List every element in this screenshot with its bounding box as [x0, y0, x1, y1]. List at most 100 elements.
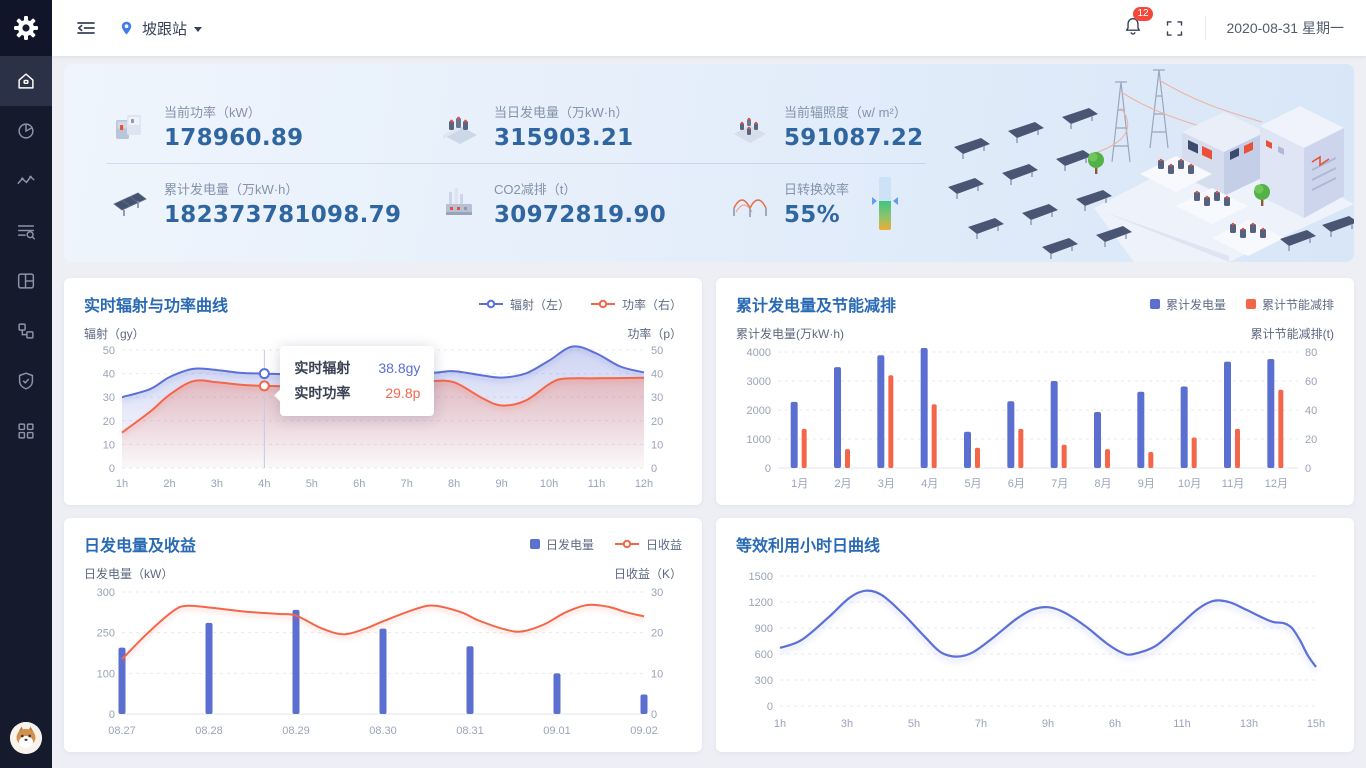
gauge-fill	[879, 201, 891, 231]
sidebar-item-apps[interactable]	[0, 406, 52, 456]
menu-fold-icon	[74, 16, 98, 40]
card-utilization: 等效利用小时日曲线 0300600900120015001h3h5h7h9h6h…	[716, 518, 1354, 752]
svg-text:13h: 13h	[1240, 718, 1258, 730]
svg-text:30: 30	[651, 392, 663, 404]
kpi-irradiance: 当前辐照度（w/ m²） 591087.22	[730, 88, 980, 165]
radiation-power-chart[interactable]: 00101020203030404050501h2h3h4h5h6h7h8h9h…	[84, 344, 682, 494]
topology-icon	[15, 320, 37, 342]
kpi-label: 累计发电量（万kW·h）	[164, 179, 401, 198]
svg-text:0: 0	[109, 463, 115, 475]
sidebar-item-topology[interactable]	[0, 306, 52, 356]
utilization-chart[interactable]: 0300600900120015001h3h5h7h9h6h11h13h15h	[736, 566, 1334, 734]
cumulative-chart[interactable]: 001000202000403000604000801月2月3月4月5月6月7月…	[736, 344, 1334, 494]
svg-text:0: 0	[765, 463, 771, 475]
kpi-co2-reduction: CO2减排（t） 30972819.90	[440, 165, 730, 242]
kpi-label: 当前功率（kW）	[164, 102, 303, 121]
svg-text:80: 80	[1305, 347, 1317, 359]
kpi-value: 30972819.90	[494, 202, 666, 228]
svg-text:4h: 4h	[258, 478, 270, 490]
legend-square-icon	[1150, 299, 1160, 309]
top-header: 坡跟站 12 2020-08-31 星期一	[52, 0, 1366, 56]
left-axis-name: 累计发电量(万kW·h)	[736, 325, 844, 342]
sidebar-item-reports[interactable]	[0, 206, 52, 256]
svg-text:6h: 6h	[353, 478, 365, 490]
fullscreen-button[interactable]	[1164, 18, 1185, 39]
notifications-button[interactable]: 12	[1122, 15, 1144, 42]
sidebar-item-analysis[interactable]	[0, 106, 52, 156]
solar-farm-illustration	[944, 64, 1354, 262]
legend-item[interactable]: 累计发电量	[1150, 296, 1226, 313]
svg-text:10h: 10h	[540, 478, 558, 490]
grid-icon	[15, 420, 37, 442]
svg-text:4000: 4000	[747, 347, 771, 359]
legend-line-icon	[614, 539, 640, 549]
svg-text:40: 40	[103, 369, 115, 381]
kpi-label: 当日发电量（万kW·h）	[494, 102, 633, 121]
svg-text:1h: 1h	[774, 718, 786, 730]
svg-text:09.01: 09.01	[543, 725, 571, 737]
kpi-current-power: 当前功率（kW） 178960.89	[110, 88, 440, 165]
svg-text:9h: 9h	[1042, 718, 1054, 730]
svg-text:3000: 3000	[747, 376, 771, 388]
gear-logo-icon	[13, 15, 39, 41]
legend-item[interactable]: 日发电量	[530, 536, 594, 553]
legend-item[interactable]: 功率（右）	[590, 296, 682, 313]
svg-text:5h: 5h	[908, 718, 920, 730]
svg-text:3月: 3月	[878, 478, 895, 490]
svg-text:3h: 3h	[211, 478, 223, 490]
collapse-sidebar-button[interactable]	[74, 16, 98, 40]
right-axis-name: 日收益（K）	[614, 565, 682, 582]
svg-text:900: 900	[755, 623, 773, 635]
sidebar-item-devices[interactable]	[0, 256, 52, 306]
svg-text:20: 20	[103, 416, 115, 428]
svg-text:5h: 5h	[306, 478, 318, 490]
transformer-platform-icon	[440, 109, 480, 145]
legend-item[interactable]: 日收益	[614, 536, 682, 553]
kpi-label: 当前辐照度（w/ m²）	[784, 102, 923, 121]
legend: 累计发电量 累计节能减排	[1150, 296, 1334, 313]
current-date: 2020-08-31 星期一	[1205, 16, 1344, 40]
station-name: 坡跟站	[142, 18, 187, 39]
svg-text:5月: 5月	[964, 478, 981, 490]
legend-item[interactable]: 辐射（左）	[478, 296, 570, 313]
legend-square-icon	[1246, 299, 1256, 309]
svg-text:7h: 7h	[975, 718, 987, 730]
svg-text:1200: 1200	[749, 597, 773, 609]
daily-chart[interactable]: 0010010250203003008.2708.2808.2908.3008.…	[84, 584, 682, 742]
svg-text:0: 0	[651, 463, 657, 475]
legend-item[interactable]: 累计节能减排	[1246, 296, 1334, 313]
left-axis-name: 日发电量（kW）	[84, 565, 173, 582]
sidebar-item-home[interactable]	[0, 56, 52, 106]
app-logo[interactable]	[0, 0, 52, 56]
layout-icon	[15, 270, 37, 292]
kpi-value: 55%	[784, 202, 849, 228]
svg-text:08.30: 08.30	[369, 725, 397, 737]
svg-text:2月: 2月	[834, 478, 851, 490]
inverter-icon	[110, 109, 150, 145]
sidebar-item-security[interactable]	[0, 356, 52, 406]
svg-text:09.02: 09.02	[630, 725, 658, 737]
svg-text:15h: 15h	[1307, 718, 1325, 730]
svg-text:9h: 9h	[496, 478, 508, 490]
svg-text:2h: 2h	[163, 478, 175, 490]
svg-text:50: 50	[651, 345, 663, 357]
legend: 日发电量 日收益	[530, 536, 682, 553]
svg-text:2000: 2000	[747, 405, 771, 417]
card-radiation-power: 实时辐射与功率曲线 辐射（左）功率（右） 辐射（gy） 功率（p） 001010…	[64, 278, 702, 505]
gauge-marker-left-icon	[872, 197, 877, 205]
kpi-banner: 当前功率（kW） 178960.89 当日发电量（万kW·h） 315903.2…	[64, 64, 1354, 262]
svg-text:60: 60	[1305, 376, 1317, 388]
legend: 辐射（左） 功率（右）	[478, 296, 682, 313]
kpi-value: 182373781098.79	[164, 202, 401, 228]
legend-square-icon	[530, 539, 540, 549]
legend-line-icon	[590, 299, 616, 309]
user-avatar[interactable]	[10, 722, 42, 754]
gauge-remainder	[879, 177, 891, 201]
svg-text:12月: 12月	[1265, 478, 1288, 490]
svg-text:100: 100	[97, 668, 115, 680]
svg-text:1h: 1h	[116, 478, 128, 490]
station-selector[interactable]: 坡跟站	[118, 18, 202, 39]
svg-text:10: 10	[651, 668, 663, 680]
svg-text:08.27: 08.27	[108, 725, 136, 737]
sidebar-item-monitor[interactable]	[0, 156, 52, 206]
